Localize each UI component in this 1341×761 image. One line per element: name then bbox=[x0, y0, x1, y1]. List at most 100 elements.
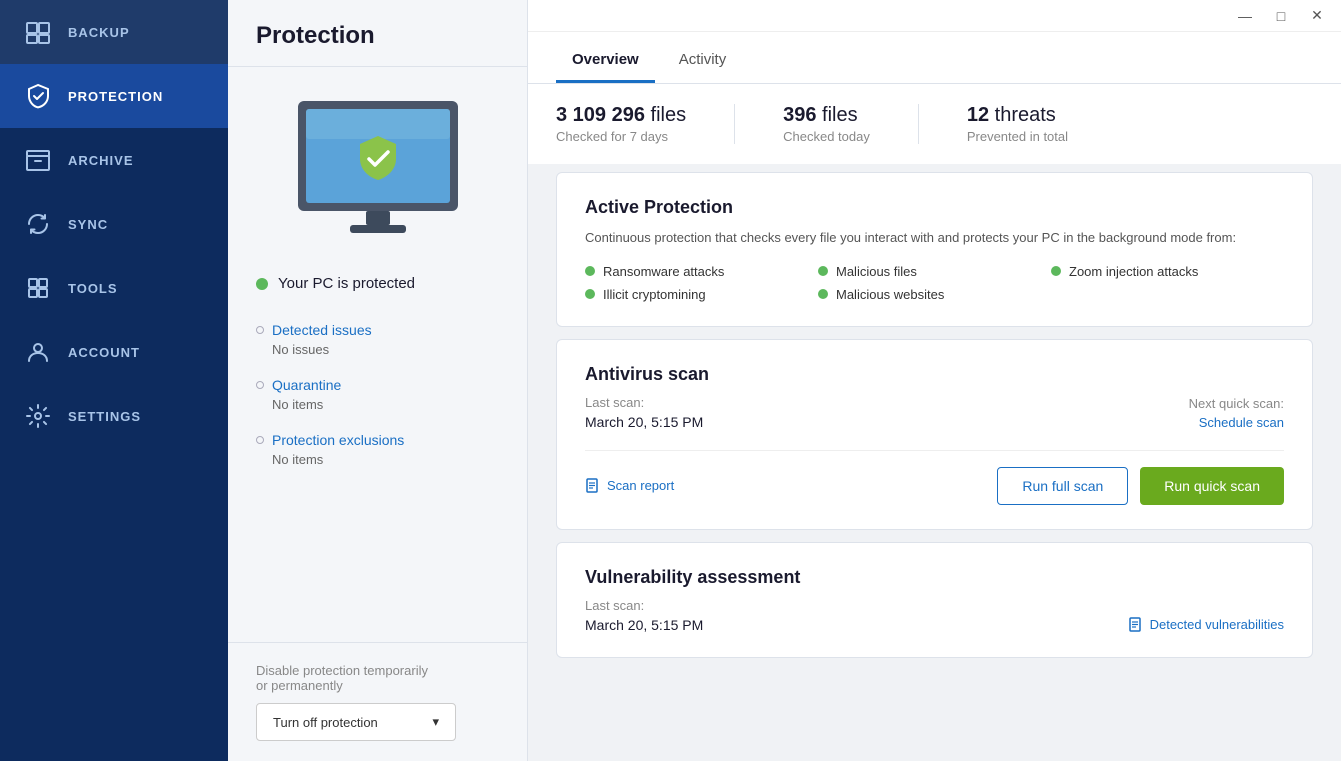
chevron-down-icon: ▾ bbox=[432, 714, 439, 730]
sidebar-item-sync[interactable]: SYNC bbox=[0, 192, 228, 256]
vuln-card-body: Last scan: March 20, 5:15 PM Detected vu… bbox=[585, 598, 1284, 633]
sidebar-label-protection: PROTECTION bbox=[68, 89, 163, 104]
run-full-scan-button[interactable]: Run full scan bbox=[997, 467, 1128, 505]
scan-report-link[interactable]: Scan report bbox=[585, 478, 674, 494]
card-antivirus-scan: Antivirus scan Last scan: March 20, 5:15… bbox=[556, 339, 1313, 530]
protection-item-websites: Malicious websites bbox=[818, 287, 1051, 302]
issue-dot-2 bbox=[256, 381, 264, 389]
next-scan-label: Next quick scan: bbox=[1189, 396, 1284, 411]
turn-off-protection-button[interactable]: Turn off protection ▾ bbox=[256, 703, 456, 741]
middle-panel: Protection Your PC bbox=[228, 0, 528, 761]
quarantine-sub: No items bbox=[256, 397, 499, 412]
stat-total-files-value: 3 109 296 files bbox=[556, 104, 686, 127]
sidebar: BACKUP PROTECTION ARCHIVE bbox=[0, 0, 228, 761]
cards-area: Active Protection Continuous protection … bbox=[528, 164, 1341, 761]
vuln-last-scan-value: March 20, 5:15 PM bbox=[585, 617, 703, 633]
tools-icon bbox=[24, 274, 52, 302]
protection-items: Ransomware attacks Malicious files Zoom … bbox=[585, 264, 1284, 302]
last-scan-value: March 20, 5:15 PM bbox=[585, 414, 703, 430]
detected-issues-sub: No issues bbox=[256, 342, 499, 357]
stat-today-files-label: Checked today bbox=[783, 129, 870, 144]
main-panel: — □ ✕ Overview Activity 3 109 296 files … bbox=[528, 0, 1341, 761]
backup-icon bbox=[24, 18, 52, 46]
issue-detected-issues: Detected issues No issues bbox=[256, 322, 499, 357]
protection-item-malicious-files: Malicious files bbox=[818, 264, 1051, 279]
detected-vulnerabilities-link[interactable]: Detected vulnerabilities bbox=[1128, 617, 1284, 633]
protection-item-cryptomining: Illicit cryptomining bbox=[585, 287, 818, 302]
scan-actions: Scan report Run full scan Run quick scan bbox=[585, 450, 1284, 505]
tab-activity[interactable]: Activity bbox=[663, 37, 743, 83]
middle-footer: Disable protection temporarilyor permane… bbox=[228, 642, 527, 761]
sidebar-label-tools: TOOLS bbox=[68, 281, 118, 296]
sidebar-item-archive[interactable]: ARCHIVE bbox=[0, 128, 228, 192]
sync-icon bbox=[24, 210, 52, 238]
sidebar-item-settings[interactable]: SETTINGS bbox=[0, 384, 228, 448]
antivirus-scan-title: Antivirus scan bbox=[585, 364, 1284, 385]
last-scan-label: Last scan: bbox=[585, 395, 703, 410]
issue-exclusions: Protection exclusions No items bbox=[256, 432, 499, 467]
scan-action-buttons: Run full scan Run quick scan bbox=[997, 467, 1284, 505]
page-title: Protection bbox=[228, 0, 527, 67]
sidebar-label-settings: SETTINGS bbox=[68, 409, 141, 424]
issue-dot-1 bbox=[256, 326, 264, 334]
tab-overview[interactable]: Overview bbox=[556, 37, 655, 83]
scan-next-info: Next quick scan: Schedule scan bbox=[1189, 396, 1284, 430]
stat-total-files: 3 109 296 files Checked for 7 days bbox=[556, 104, 735, 144]
minimize-button[interactable]: — bbox=[1233, 4, 1257, 28]
detected-issues-link[interactable]: Detected issues bbox=[256, 322, 499, 338]
sidebar-item-account[interactable]: ACCOUNT bbox=[0, 320, 228, 384]
titlebar: — □ ✕ bbox=[528, 0, 1341, 32]
stats-bar: 3 109 296 files Checked for 7 days 396 f… bbox=[528, 84, 1341, 164]
active-protection-desc: Continuous protection that checks every … bbox=[585, 228, 1284, 248]
maximize-button[interactable]: □ bbox=[1269, 4, 1293, 28]
sidebar-label-sync: SYNC bbox=[68, 217, 108, 232]
issue-quarantine: Quarantine No items bbox=[256, 377, 499, 412]
issue-dot-3 bbox=[256, 436, 264, 444]
green-dot-5 bbox=[818, 289, 828, 299]
green-dot-3 bbox=[1051, 266, 1061, 276]
green-dot-4 bbox=[585, 289, 595, 299]
pc-status: Your PC is protected bbox=[256, 275, 499, 292]
stat-total-files-label: Checked for 7 days bbox=[556, 129, 686, 144]
exclusions-link[interactable]: Protection exclusions bbox=[256, 432, 499, 448]
account-icon bbox=[24, 338, 52, 366]
protection-item-ransomware: Ransomware attacks bbox=[585, 264, 818, 279]
stat-today-files: 396 files Checked today bbox=[783, 104, 919, 144]
tabs-bar: Overview Activity bbox=[528, 32, 1341, 84]
card-vulnerability: Vulnerability assessment Last scan: Marc… bbox=[556, 542, 1313, 658]
sidebar-item-tools[interactable]: TOOLS bbox=[0, 256, 228, 320]
exclusions-sub: No items bbox=[256, 452, 499, 467]
monitor-illustration bbox=[256, 91, 499, 251]
stat-today-files-value: 396 files bbox=[783, 104, 870, 127]
middle-content: Your PC is protected Detected issues No … bbox=[228, 67, 527, 642]
scan-last-info: Last scan: March 20, 5:15 PM bbox=[585, 395, 703, 430]
sidebar-label-account: ACCOUNT bbox=[68, 345, 140, 360]
stat-threats-label: Prevented in total bbox=[967, 129, 1068, 144]
vuln-last-info: Last scan: March 20, 5:15 PM bbox=[585, 598, 703, 633]
active-protection-title: Active Protection bbox=[585, 197, 1284, 218]
vulnerability-title: Vulnerability assessment bbox=[585, 567, 1284, 588]
quarantine-link[interactable]: Quarantine bbox=[256, 377, 499, 393]
stat-threats: 12 threats Prevented in total bbox=[967, 104, 1116, 144]
protection-item-zoom: Zoom injection attacks bbox=[1051, 264, 1284, 279]
sidebar-item-backup[interactable]: BACKUP bbox=[0, 0, 228, 64]
status-dot bbox=[256, 278, 268, 290]
green-dot-2 bbox=[818, 266, 828, 276]
disable-text: Disable protection temporarilyor permane… bbox=[256, 663, 499, 693]
issues-section: Detected issues No issues Quarantine No … bbox=[256, 322, 499, 467]
vuln-last-scan-label: Last scan: bbox=[585, 598, 703, 613]
sidebar-label-archive: ARCHIVE bbox=[68, 153, 134, 168]
close-button[interactable]: ✕ bbox=[1305, 4, 1329, 28]
pc-status-label: Your PC is protected bbox=[278, 275, 415, 292]
sidebar-item-protection[interactable]: PROTECTION bbox=[0, 64, 228, 128]
green-dot-1 bbox=[585, 266, 595, 276]
shield-icon bbox=[24, 82, 52, 110]
stat-threats-value: 12 threats bbox=[967, 104, 1068, 127]
settings-icon bbox=[24, 402, 52, 430]
scan-card-body: Last scan: March 20, 5:15 PM Next quick … bbox=[585, 395, 1284, 430]
archive-icon bbox=[24, 146, 52, 174]
sidebar-label-backup: BACKUP bbox=[68, 25, 130, 40]
schedule-scan-link[interactable]: Schedule scan bbox=[1189, 415, 1284, 430]
card-active-protection: Active Protection Continuous protection … bbox=[556, 172, 1313, 327]
run-quick-scan-button[interactable]: Run quick scan bbox=[1140, 467, 1284, 505]
